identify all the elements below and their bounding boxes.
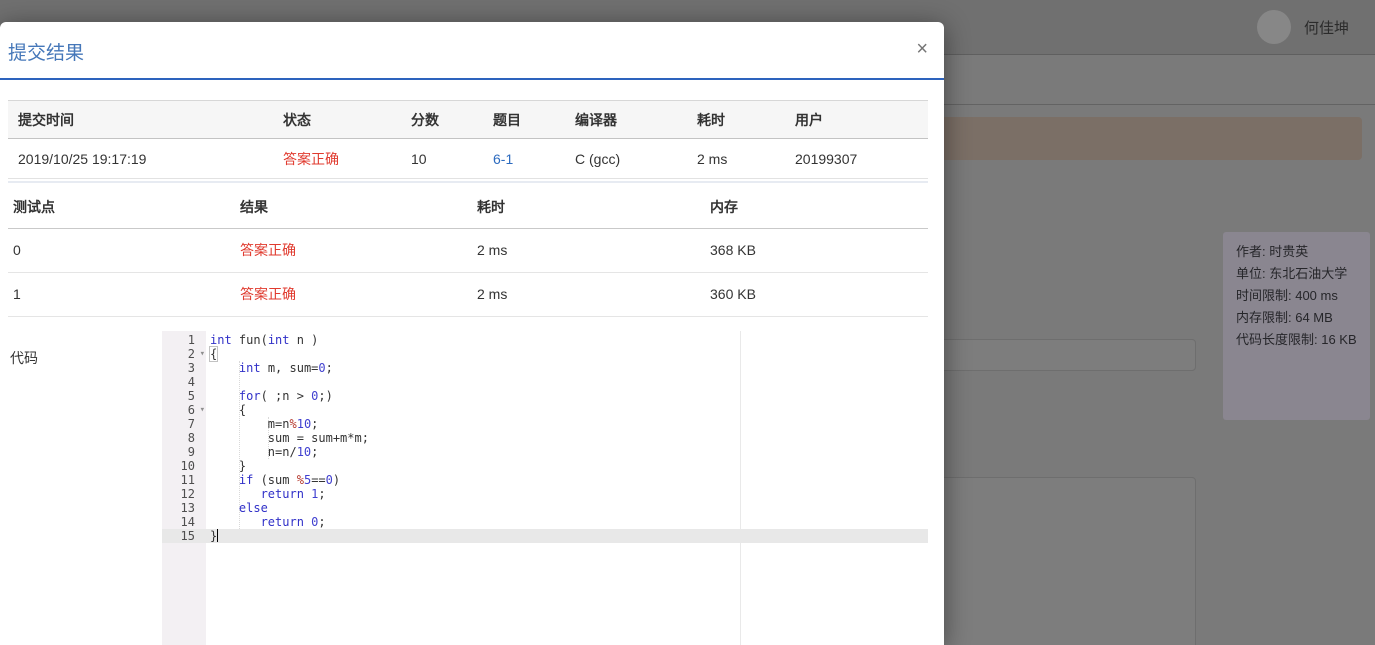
cell-user: 20199307 — [785, 138, 928, 179]
code-line-text: else — [238, 501, 268, 515]
code-line: 2 ▾{ — [162, 346, 928, 362]
column-header: 编译器 — [565, 100, 687, 139]
user-name[interactable]: 何佳坤 — [1304, 17, 1349, 38]
code-line: 5 for( ;n > 0;) — [162, 389, 928, 403]
column-header: 分数 — [401, 100, 483, 139]
cell-test-time: 2 ms — [472, 272, 705, 317]
line-number: 8 — [187, 431, 195, 445]
problem-code-length-limit: 代码长度限制: 16 KB — [1236, 332, 1357, 347]
modal-title: 提交结果 — [8, 43, 85, 64]
line-number: 2 ▾ — [187, 347, 205, 361]
column-header: 测试点 — [8, 186, 235, 229]
code-line-text: n=n/10; — [210, 445, 319, 459]
code-line-text: return 1; — [260, 487, 326, 501]
code-line-text — [206, 375, 928, 389]
line-number: 1 — [187, 333, 195, 347]
line-number: 13 — [180, 501, 195, 515]
code-line: 6 ▾ { — [162, 403, 928, 417]
code-line: 14 return 0; — [162, 515, 928, 529]
problem-author: 作者: 时贵英 — [1236, 244, 1309, 259]
cell-test-result: 答案正确 — [235, 272, 472, 317]
line-number: 6 ▾ — [187, 403, 205, 417]
problem-time-limit: 时间限制: 400 ms — [1236, 288, 1338, 303]
code-line-text: return 0; — [260, 515, 326, 529]
code-line: 7 m=n%10; — [162, 417, 928, 431]
code-line: 9 n=n/10; — [162, 445, 928, 459]
tests-table: 测试点 结果 耗时 内存 0 答案正确 2 ms 368 KB 1 答案正确 2… — [8, 186, 928, 317]
cell-status: 答案正确 — [273, 138, 401, 179]
code-line: 15} — [162, 529, 928, 543]
cell-test-id: 1 — [8, 272, 235, 317]
column-header: 耗时 — [472, 186, 705, 229]
cell-compiler: C (gcc) — [565, 138, 687, 179]
column-header: 提交时间 — [8, 100, 273, 139]
line-number: 9 — [187, 445, 195, 459]
summary-header-row: 提交时间 状态 分数 题目 编译器 耗时 用户 — [8, 100, 928, 139]
column-header: 状态 — [273, 100, 401, 139]
code-line: 8 sum = sum+m*m; — [162, 431, 928, 445]
line-number: 7 — [187, 417, 195, 431]
code-line: 3 int m, sum=0; — [162, 361, 928, 375]
summary-row: 2019/10/25 19:17:19 答案正确 10 6-1 C (gcc) … — [8, 138, 928, 179]
problem-info-panel: 作者: 时贵英 单位: 东北石油大学 时间限制: 400 ms 内存限制: 64… — [1223, 232, 1370, 420]
code-line-text: } — [210, 459, 247, 473]
test-row: 0 答案正确 2 ms 368 KB — [8, 228, 928, 273]
code-line: 4 — [162, 375, 928, 389]
code-line-text: for( ;n > 0;) — [238, 389, 333, 403]
code-line-text: sum = sum+m*m; — [210, 431, 369, 445]
cell-test-memory: 360 KB — [705, 272, 928, 317]
submission-result-modal: 提交结果 × 提交时间 状态 分数 题目 编译器 耗时 用户 2019/10/2… — [0, 22, 944, 645]
line-number: 5 — [187, 389, 195, 403]
code-line-text: m=n%10; — [210, 417, 319, 431]
fold-arrow-icon[interactable]: ▾ — [200, 405, 205, 415]
cell-submit-time: 2019/10/25 19:17:19 — [8, 138, 273, 179]
fold-arrow-icon[interactable]: ▾ — [200, 349, 205, 359]
column-header: 结果 — [235, 186, 472, 229]
line-number: 12 — [180, 487, 195, 501]
cell-test-result: 答案正确 — [235, 228, 472, 273]
code-label: 代码 — [10, 350, 38, 366]
cell-test-memory: 368 KB — [705, 228, 928, 273]
code-line-text: } — [206, 529, 928, 543]
problem-memory-limit: 内存限制: 64 MB — [1236, 310, 1333, 325]
code-editor[interactable]: 1 int fun(int n ) 2 ▾{3 int m, sum=0; 4 5 for… — [162, 331, 928, 645]
column-header: 内存 — [705, 186, 928, 229]
cell-time-used: 2 ms — [687, 138, 785, 179]
column-header: 耗时 — [687, 100, 785, 139]
screen: 何佳坤 作者: 时贵英 单位: 东北石油大学 时间限制: 400 ms 内存限制… — [0, 0, 1375, 645]
code-line-text: int m, sum=0; — [238, 361, 333, 375]
problem-link[interactable]: 6-1 — [493, 151, 513, 167]
cell-test-id: 0 — [8, 228, 235, 273]
summary-table: 提交时间 状态 分数 题目 编译器 耗时 用户 2019/10/25 19:17… — [8, 100, 928, 179]
code-line: 13 else — [162, 501, 928, 515]
code-lines: 1 int fun(int n ) 2 ▾{3 int m, sum=0; 4 5 for… — [162, 331, 928, 543]
code-line: 11 if (sum %5==0) — [162, 473, 928, 487]
code-line: 10 } — [162, 459, 928, 473]
line-number: 11 — [180, 473, 195, 487]
line-number: 14 — [180, 515, 195, 529]
code-line: 12 return 1; — [162, 487, 928, 501]
problem-unit: 单位: 东北石油大学 — [1236, 266, 1348, 281]
text-cursor — [217, 529, 219, 542]
code-line-text: int fun(int n ) — [210, 333, 319, 347]
code-line: 1 int fun(int n ) — [162, 333, 928, 347]
line-number: 10 — [180, 459, 195, 473]
column-header: 用户 — [785, 100, 928, 139]
line-number: 3 — [187, 361, 195, 375]
test-row: 1 答案正确 2 ms 360 KB — [8, 272, 928, 317]
cell-score: 10 — [401, 138, 483, 179]
column-header: 题目 — [483, 100, 565, 139]
code-line-text: if (sum %5==0) — [238, 473, 341, 487]
summary-table-underline — [8, 181, 928, 183]
modal-header: 提交结果 × — [0, 22, 944, 80]
line-number: 4 — [187, 375, 195, 389]
tests-header-row: 测试点 结果 耗时 内存 — [8, 186, 928, 229]
code-line-text: { — [210, 403, 247, 417]
code-line-text: { — [208, 346, 219, 362]
avatar[interactable] — [1257, 10, 1291, 44]
line-number: 15 — [162, 529, 206, 543]
close-icon[interactable]: × — [916, 39, 928, 59]
cell-test-time: 2 ms — [472, 228, 705, 273]
